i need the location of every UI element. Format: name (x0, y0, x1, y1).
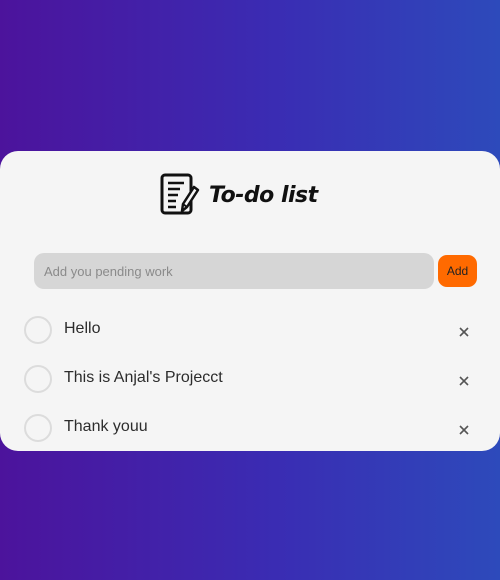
task-input[interactable] (34, 253, 434, 289)
add-task-row: Add (34, 253, 477, 289)
todo-text: Hello (64, 320, 101, 337)
add-button[interactable]: Add (438, 255, 477, 287)
todo-item[interactable]: Thank youu (24, 414, 484, 444)
app-title: To-do list (209, 182, 318, 208)
close-icon[interactable] (456, 324, 472, 340)
circle-outline-icon[interactable] (24, 316, 52, 344)
todo-item[interactable]: Hello (24, 316, 484, 346)
close-icon[interactable] (456, 373, 472, 389)
circle-outline-icon[interactable] (24, 365, 52, 393)
todo-text: This is Anjal's Projecct (64, 369, 223, 386)
todo-card: To-do list Add Hello This is Anjal's Pro… (0, 151, 500, 451)
circle-outline-icon[interactable] (24, 414, 52, 442)
close-icon[interactable] (456, 422, 472, 438)
notepad-pencil-icon (160, 173, 200, 217)
todo-item[interactable]: This is Anjal's Projecct (24, 365, 484, 395)
todo-text: Thank youu (64, 418, 148, 435)
app-header: To-do list (160, 173, 318, 217)
